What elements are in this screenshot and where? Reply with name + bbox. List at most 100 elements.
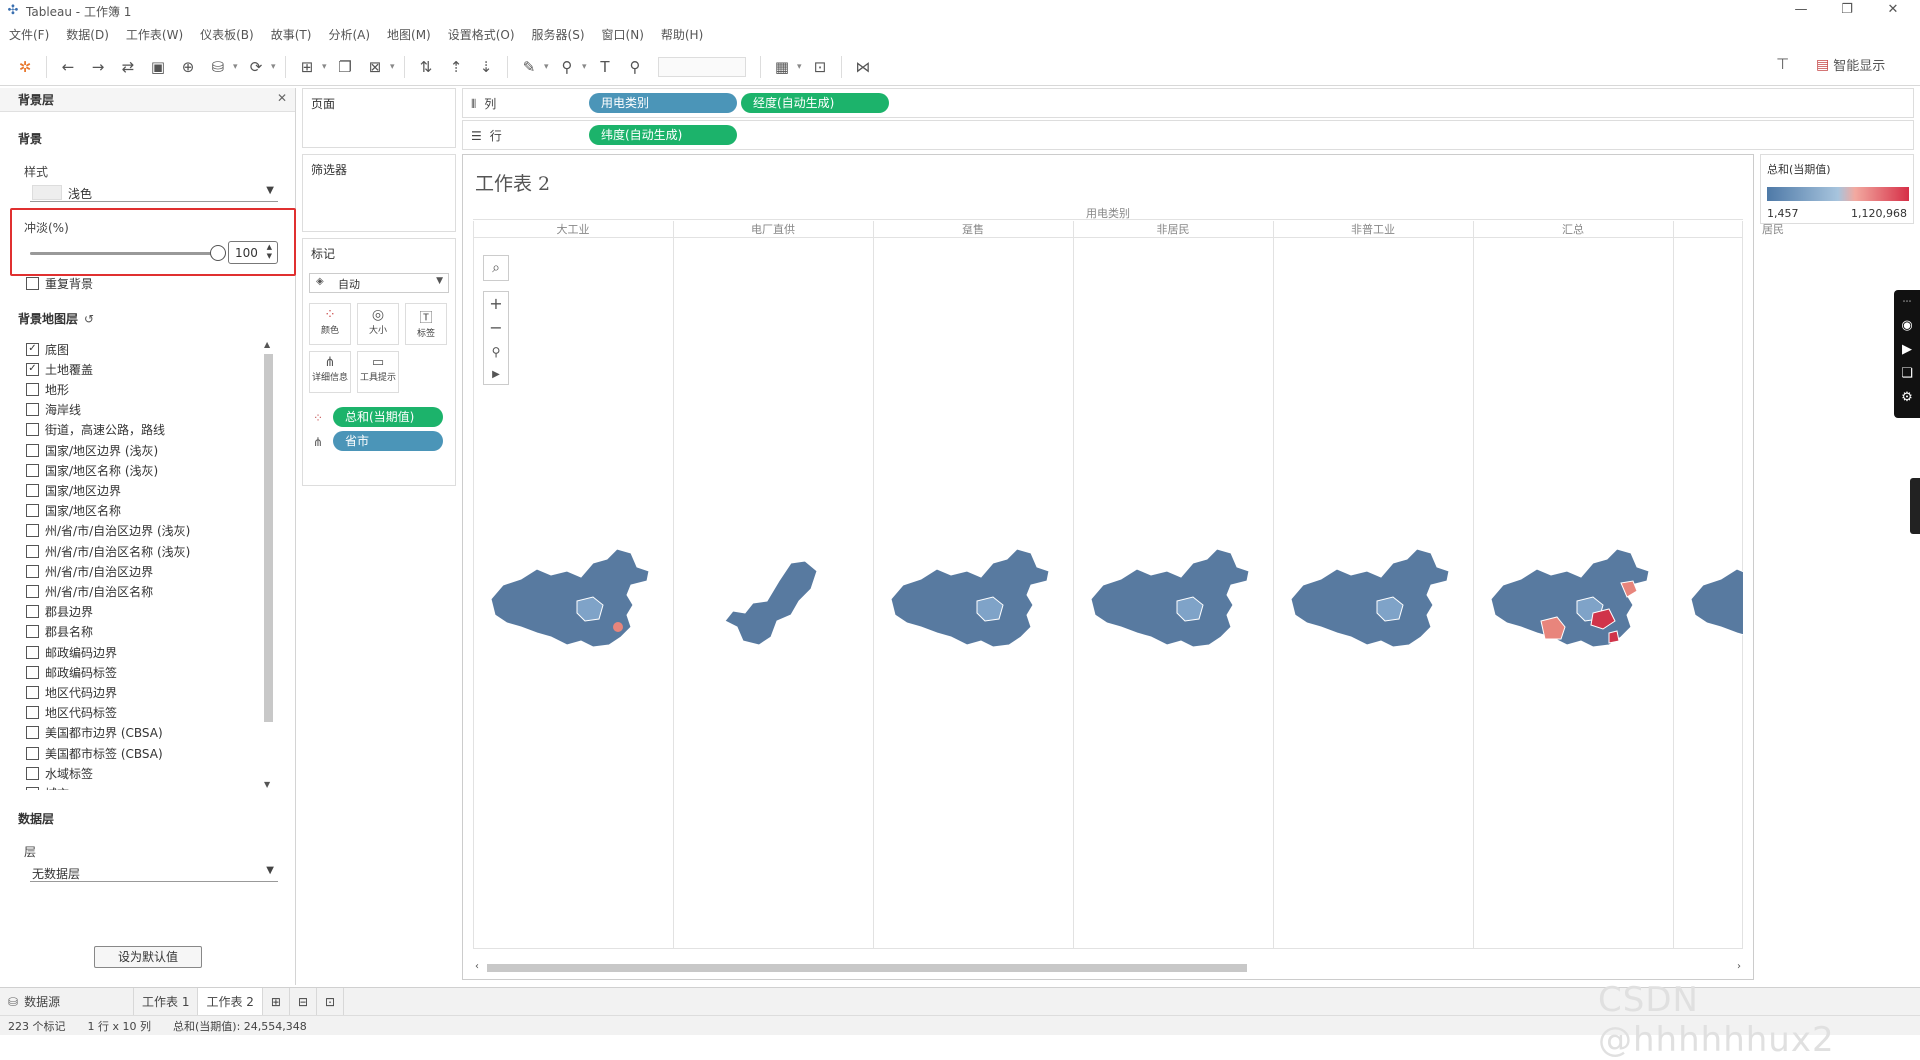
checkbox-icon[interactable] [26, 524, 39, 538]
set-as-default-button[interactable]: 设为默认值 [94, 946, 202, 968]
checkbox-icon[interactable] [26, 605, 39, 619]
scroll-down-icon[interactable]: ▼ [264, 780, 270, 789]
layer-checkbox-row[interactable]: 国家/地区边界 (浅灰) [26, 441, 158, 459]
detail-field-pill[interactable]: 省市 [333, 431, 443, 451]
data-layer-dropdown[interactable]: 无数据层 ▼ [30, 864, 278, 882]
mark-type-dropdown[interactable]: ◈ 自动 ▼ [309, 273, 449, 293]
checkbox-icon[interactable] [26, 625, 39, 639]
province-map[interactable] [724, 560, 818, 646]
checkbox-icon[interactable] [26, 584, 39, 598]
new-story-tab-icon[interactable]: ⊡ [317, 987, 345, 1016]
tableau-home-icon[interactable]: ✲ [12, 54, 38, 80]
settings-gear-icon[interactable]: ⚙ [1894, 386, 1920, 410]
map-region[interactable] [613, 622, 623, 632]
close-window-button[interactable]: ✕ [1870, 0, 1916, 22]
layer-checkbox-row[interactable]: 邮政编码边界 [26, 643, 117, 661]
sort-descending-icon[interactable]: ⇣ [473, 54, 499, 80]
duplicate-sheet-icon[interactable]: ❐ [332, 54, 358, 80]
layer-checkbox-row[interactable]: 地形 [26, 380, 69, 398]
label-icon[interactable]: T [592, 54, 618, 80]
pin-icon[interactable]: ⚲ [622, 54, 648, 80]
checkbox-icon[interactable] [26, 544, 39, 558]
checkbox-icon[interactable] [26, 564, 39, 578]
side-handle[interactable] [1910, 478, 1920, 534]
horizontal-scroll-thumb[interactable] [487, 964, 1247, 972]
layer-checkbox-row[interactable]: 地区代码边界 [26, 683, 117, 701]
new-worksheet-icon[interactable]: ⊞ [294, 54, 320, 80]
layer-checkbox-row[interactable]: 街道，高速公路，路线 [26, 421, 165, 439]
checkbox-icon[interactable] [26, 726, 39, 740]
close-icon[interactable]: ✕ [277, 91, 287, 105]
chevron-down-icon[interactable]: ▾ [271, 62, 279, 72]
layer-checkbox-row[interactable]: 郡县边界 [26, 603, 93, 621]
style-dropdown[interactable]: 浅色 ▼ [30, 184, 278, 202]
menu-data[interactable]: 数据(D) [57, 26, 117, 43]
tooltip-button[interactable]: ▭ 工具提示 [357, 351, 399, 393]
chevron-down-icon[interactable]: ▾ [582, 62, 590, 72]
checkbox-icon[interactable] [26, 443, 39, 457]
menu-window[interactable]: 窗口(N) [593, 26, 652, 43]
new-worksheet-tab-icon[interactable]: ⊞ [263, 987, 290, 1016]
washout-slider[interactable] [30, 252, 218, 255]
minimize-button[interactable]: — [1778, 0, 1824, 22]
layer-checkbox-row[interactable]: 海岸线 [26, 401, 81, 419]
new-datasource-icon[interactable]: ⊕ [175, 54, 201, 80]
map-region[interactable] [490, 548, 650, 648]
layer-checkbox-row[interactable]: 邮政编码标签 [26, 663, 117, 681]
layer-checkbox-row[interactable]: 国家/地区名称 [26, 502, 121, 520]
menu-story[interactable]: 故事(T) [262, 26, 320, 43]
fit-dropdown[interactable] [658, 56, 746, 77]
checkbox-icon[interactable] [26, 382, 39, 396]
checkbox-icon[interactable] [26, 786, 39, 790]
chevron-down-icon[interactable]: ▾ [233, 62, 241, 72]
layer-checkbox-row[interactable]: 地区代码标签 [26, 704, 117, 722]
maximize-button[interactable]: ❐ [1824, 0, 1870, 22]
map-region[interactable] [724, 560, 818, 646]
layer-checkbox-row[interactable]: 国家/地区名称 (浅灰) [26, 461, 158, 479]
menu-worksheet[interactable]: 工作表(W) [117, 26, 191, 43]
layer-checkbox-row[interactable]: 州/省/市/自治区名称 [26, 582, 153, 600]
checkbox-icon[interactable] [26, 645, 39, 659]
layer-checkbox-row[interactable]: ✓ 土地覆盖 [26, 360, 93, 378]
undo-icon[interactable]: ← [55, 54, 81, 80]
checkbox-icon[interactable] [26, 423, 39, 437]
checkbox-icon[interactable] [26, 403, 39, 417]
checkbox-checked-icon[interactable]: ✓ [26, 342, 39, 356]
province-map[interactable] [1490, 548, 1650, 648]
chevron-down-icon[interactable]: ▾ [797, 62, 805, 72]
database-icon[interactable]: ⛁ [205, 54, 231, 80]
checkbox-icon[interactable] [26, 665, 39, 679]
map-region[interactable] [1290, 548, 1450, 648]
layer-checkbox-row[interactable]: 美国都市标签 (CBSA) [26, 744, 163, 762]
chevron-down-icon[interactable]: ▾ [390, 62, 398, 72]
share-icon[interactable]: ⋈ [850, 54, 876, 80]
checkbox-icon[interactable] [26, 746, 39, 760]
menu-format[interactable]: 设置格式(O) [439, 26, 523, 43]
menu-analysis[interactable]: 分析(A) [319, 26, 378, 43]
scroll-right-icon[interactable]: › [1737, 961, 1741, 972]
layer-checkbox-row[interactable]: 美国都市边界 (CBSA) [26, 724, 163, 742]
province-map[interactable] [490, 548, 650, 648]
repeat-background-checkbox[interactable]: 重复背景 [26, 274, 93, 292]
washout-stepper[interactable]: 100 ▲ ▼ [228, 241, 278, 264]
checkbox-icon[interactable] [26, 685, 39, 699]
menu-server[interactable]: 服务器(S) [523, 26, 593, 43]
checkbox-icon[interactable] [26, 463, 39, 477]
map-region[interactable] [1090, 548, 1250, 648]
layer-checkbox-row[interactable]: ✓ 底图 [26, 340, 69, 358]
clear-sheet-icon[interactable]: ⊠ [362, 54, 388, 80]
scroll-up-icon[interactable]: ▲ [264, 340, 270, 349]
province-map[interactable] [1090, 548, 1250, 648]
cards-icon[interactable]: ▦ [769, 54, 795, 80]
scroll-thumb[interactable] [264, 354, 273, 722]
refresh-icon[interactable]: ⟳ [243, 54, 269, 80]
washout-slider-handle[interactable] [210, 245, 226, 261]
checkbox-icon[interactable] [26, 483, 39, 497]
sheet-tab-1[interactable]: 工作表 1 [134, 987, 199, 1016]
datasource-tab[interactable]: ⛁ 数据源 [0, 987, 134, 1016]
map-region[interactable] [1490, 548, 1650, 648]
map-region[interactable] [1608, 630, 1620, 644]
pin-toolbar-icon[interactable]: ⊤ [1776, 55, 1789, 73]
row-pill-latitude[interactable]: 纬度(自动生成) [589, 125, 737, 145]
more-icon[interactable]: ⋯ [1894, 290, 1920, 314]
